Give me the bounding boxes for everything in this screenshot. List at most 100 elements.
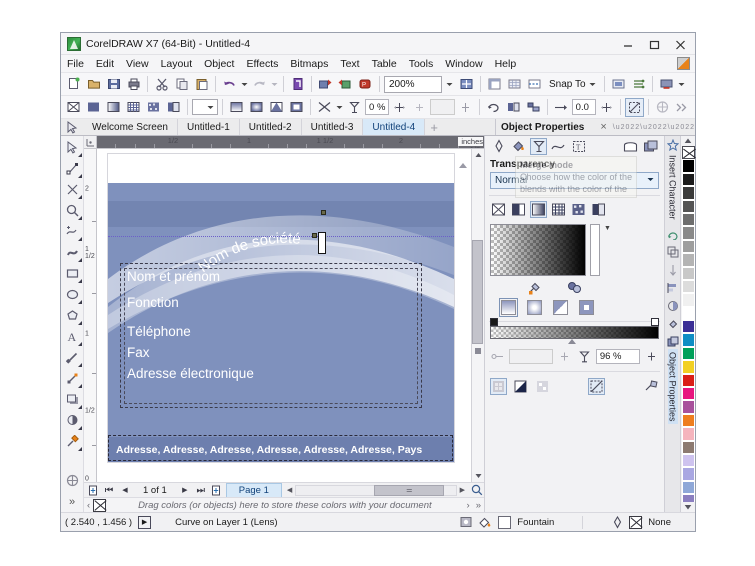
object-properties-tab-icon[interactable]	[666, 335, 680, 349]
coordinates-expand-icon[interactable]: ▶	[138, 515, 152, 529]
palette-swatch-2[interactable]	[681, 186, 695, 200]
ruler-origin-button[interactable]	[84, 136, 97, 149]
docker-tab-object-properties[interactable]: Object Properties	[667, 348, 678, 425]
step-repeat-tab-icon[interactable]	[666, 263, 680, 277]
palette-swatch-19[interactable]	[681, 413, 695, 428]
scroll-down-arrow-icon[interactable]	[472, 469, 485, 482]
apply-to-fill-icon[interactable]	[490, 378, 507, 395]
doc-palette-none-swatch[interactable]	[93, 498, 107, 512]
rectangle-props-icon[interactable]	[622, 138, 639, 155]
palette-swatch-16[interactable]	[681, 373, 695, 388]
vector-pattern-button[interactable]	[550, 201, 567, 218]
fullscreen-preview-icon[interactable]	[457, 75, 476, 94]
amount-spinner-icon[interactable]	[390, 98, 409, 117]
mirror-icon[interactable]	[504, 98, 523, 117]
launcher-dropdown-arrow[interactable]	[677, 75, 686, 94]
tab-untitled-4[interactable]: Untitled-4	[363, 119, 426, 135]
palette-swatch-24[interactable]	[681, 480, 695, 495]
palette-swatch-11[interactable]	[681, 306, 695, 321]
uniform-transparency-button[interactable]	[510, 201, 527, 218]
palette-swatch-15[interactable]	[681, 360, 695, 374]
palette-scroll-down-icon[interactable]	[684, 502, 692, 512]
none-transparency-button[interactable]	[490, 201, 507, 218]
maximize-button[interactable]	[641, 33, 667, 55]
blend-offset-input[interactable]: 0.0	[571, 99, 596, 115]
align-distribute-tab-icon[interactable]	[666, 281, 680, 295]
corel-connect-icon[interactable]	[677, 57, 690, 70]
edit-transparency-icon[interactable]	[527, 279, 544, 296]
palette-swatch-12[interactable]	[681, 320, 695, 334]
palette-swatch-1[interactable]	[681, 172, 695, 187]
doc-palette-overflow[interactable]: »	[473, 500, 484, 511]
transformations-tab-icon[interactable]	[666, 227, 680, 241]
palette-none-swatch[interactable]	[681, 146, 695, 160]
menu-text[interactable]: Text	[334, 56, 365, 72]
freeze-icon[interactable]	[588, 378, 605, 395]
copy-transparency-footer-icon[interactable]	[642, 378, 659, 395]
tool-color-eyedropper-tool[interactable]	[62, 431, 83, 452]
minimize-button[interactable]	[615, 33, 641, 55]
tool-drop-shadow-tool[interactable]	[62, 389, 83, 410]
rectangular-fountain-icon[interactable]	[287, 98, 306, 117]
node-position-input[interactable]	[509, 349, 554, 364]
add-page-before-icon[interactable]	[86, 484, 100, 497]
tab-untitled-2[interactable]: Untitled-2	[240, 119, 302, 135]
secondary-spinner-icon[interactable]	[456, 98, 475, 117]
gradient-start-node[interactable]	[490, 318, 498, 326]
rotate-icon[interactable]	[484, 98, 503, 117]
undo-dropdown-arrow[interactable]	[240, 75, 249, 94]
no-transparency-icon[interactable]	[64, 98, 83, 117]
object-manager-icon[interactable]	[629, 75, 648, 94]
text-frame-icon[interactable]: T	[570, 138, 587, 155]
menu-object[interactable]: Object	[198, 56, 240, 72]
tool-straight-line-connector-tool[interactable]	[62, 368, 83, 389]
tool-polygon-tool[interactable]	[62, 305, 83, 326]
show-grid-icon[interactable]	[505, 75, 524, 94]
tool-artistic-media-tool[interactable]	[62, 242, 83, 263]
drawing-canvas[interactable]: Nom de société Nom et prénom Fonction Té…	[97, 149, 471, 482]
docker-close-icon[interactable]: ×	[600, 121, 606, 133]
shaping-tab-icon[interactable]	[666, 245, 680, 259]
export-icon[interactable]	[336, 75, 355, 94]
two-color-pattern-button[interactable]	[590, 201, 607, 218]
fill-color-icon[interactable]	[478, 516, 492, 529]
bitmap-pattern-icon[interactable]	[144, 98, 163, 117]
search-content-icon[interactable]	[288, 75, 307, 94]
apply-to-all-icon[interactable]	[534, 378, 551, 395]
horizontal-scrollbar[interactable]: ◀ ⚌ ▶	[284, 484, 468, 497]
gradient-midpoint-handle[interactable]	[568, 339, 576, 344]
wrap-text-icon[interactable]	[653, 98, 672, 117]
hscroll-right-arrow-icon[interactable]: ▶	[457, 486, 468, 494]
object-props-icon[interactable]	[642, 138, 659, 155]
picker-arrow-icon[interactable]	[204, 99, 217, 116]
print-icon[interactable]	[124, 75, 143, 94]
menu-table[interactable]: Table	[366, 56, 403, 72]
two-color-pattern-icon[interactable]	[164, 98, 183, 117]
save-icon[interactable]	[104, 75, 123, 94]
merge-mode-select[interactable]: Normal	[490, 172, 659, 189]
palette-swatch-22[interactable]	[681, 453, 695, 468]
zoom-dropdown-arrow[interactable]	[443, 76, 456, 93]
vertical-scroll-track[interactable]	[471, 162, 485, 469]
zoom-to-fit-icon[interactable]	[470, 484, 484, 497]
elliptical-fountain-button[interactable]	[527, 300, 542, 315]
close-button[interactable]	[667, 33, 693, 55]
business-card-artwork[interactable]: Nom de société Nom et prénom Fonction Té…	[108, 183, 454, 462]
merge-mode-arrow[interactable]	[335, 98, 344, 117]
transparency-value-input[interactable]: 96 %	[595, 349, 640, 364]
palette-swatch-7[interactable]	[681, 253, 695, 267]
linear-fountain-button[interactable]	[499, 298, 518, 317]
apply-to-outline-icon[interactable]	[512, 378, 529, 395]
page-tab-page1[interactable]: Page 1	[225, 483, 282, 497]
gradient-strip[interactable]	[490, 326, 659, 339]
menu-view[interactable]: View	[120, 56, 155, 72]
tool-crop-tool[interactable]	[62, 179, 83, 200]
card-line-function[interactable]: Fonction	[127, 295, 179, 310]
palette-swatch-9[interactable]	[681, 279, 695, 294]
node-position-spinner-icon[interactable]	[557, 348, 572, 365]
tool-ellipse-tool[interactable]	[62, 284, 83, 305]
paste-icon[interactable]	[192, 75, 211, 94]
show-guides-icon[interactable]	[525, 75, 544, 94]
transparency-gradient-preview[interactable]	[490, 224, 586, 276]
tool-freehand-tool[interactable]	[62, 221, 83, 242]
